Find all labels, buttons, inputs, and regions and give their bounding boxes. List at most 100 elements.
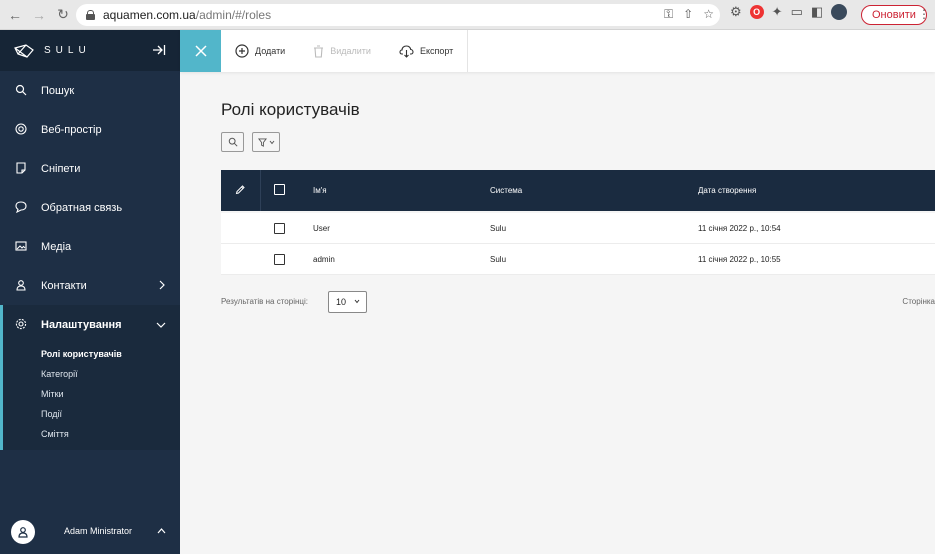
per-page-value: 10: [336, 297, 347, 307]
chevron-down-icon: [269, 140, 274, 144]
collapse-sidebar-icon[interactable]: [152, 43, 166, 57]
table-row[interactable]: admin Sulu 11 січня 2022 р., 10:55: [221, 244, 935, 275]
per-page-label: Результатів на сторінці:: [221, 297, 308, 306]
share-icon[interactable]: ⇧: [683, 7, 693, 22]
contact-icon: [16, 280, 26, 291]
main-content: Ролі користувачів Ім'я Система Дата ство…: [180, 72, 935, 554]
browser-chrome: ← → ↻ aquamen.com.ua/admin/#/roles ⚿ ⇧ ☆…: [0, 0, 935, 30]
page-label: Сторінка: [902, 297, 935, 306]
address-bar[interactable]: aquamen.com.ua/admin/#/roles ⚿ ⇧ ☆: [76, 4, 720, 26]
sulu-logo-icon: [14, 43, 34, 58]
filter-icon: [257, 137, 267, 147]
chevron-down-icon: [354, 299, 360, 304]
page-title: Ролі користувачів: [221, 100, 360, 119]
filter-button[interactable]: [252, 132, 280, 152]
logo-text: SULU: [44, 45, 91, 56]
extension-gear-icon[interactable]: ⚙: [730, 4, 742, 20]
sidebar-item-settings[interactable]: Налаштування: [0, 305, 180, 344]
chevron-down-icon: [156, 322, 166, 328]
reload-icon[interactable]: ↻: [52, 4, 74, 26]
extensions-bar: ⚙ O ✦ ▭ ◧: [730, 4, 848, 20]
sidebar-item-label: Пошук: [41, 84, 75, 97]
sidebar-item-feedback[interactable]: Обратная связь: [0, 188, 180, 227]
sidebar-item-label: Контакти: [41, 279, 87, 292]
sidebar-item-label: Сніпети: [41, 162, 81, 175]
profile-avatar-icon[interactable]: [831, 4, 848, 20]
search-icon: [228, 137, 238, 147]
user-name: Adam Ministrator: [64, 526, 133, 536]
select-all-checkbox[interactable]: [274, 184, 285, 195]
user-icon: [18, 527, 28, 538]
star-icon[interactable]: ☆: [703, 7, 714, 22]
close-icon: [194, 45, 207, 57]
cell-name: admin: [313, 254, 335, 264]
sidebar-item-snippets[interactable]: Сніпети: [0, 149, 180, 188]
roles-table: Ім'я Система Дата створення User Sulu 11…: [221, 170, 935, 275]
opera-icon[interactable]: O: [749, 5, 764, 19]
sidebar-item-label: Налаштування: [41, 318, 122, 331]
column-header-created[interactable]: Дата створення: [698, 170, 756, 211]
gear-icon: [15, 318, 27, 330]
subnav-item-roles[interactable]: Ролі користувачів: [3, 344, 180, 364]
cell-created: 11 січня 2022 р., 10:54: [698, 223, 781, 233]
key-icon[interactable]: ⚿: [664, 7, 673, 22]
snippet-icon: [16, 162, 26, 174]
toolbar: Додати Видалити Експорт: [180, 30, 935, 72]
export-label: Експорт: [419, 46, 454, 56]
sidebar-item-label: Веб-простір: [41, 123, 102, 136]
chevron-right-icon: [159, 280, 165, 290]
row-checkbox[interactable]: [274, 254, 285, 265]
globe-icon: [15, 123, 27, 135]
cell-created: 11 січня 2022 р., 10:55: [698, 254, 781, 264]
row-checkbox[interactable]: [274, 223, 285, 234]
column-header-name[interactable]: Ім'я: [313, 170, 327, 211]
subnav-item-trash[interactable]: Сміття: [3, 424, 180, 444]
per-page-select[interactable]: 10: [328, 291, 367, 313]
toolbar-divider: [467, 30, 468, 72]
user-bar[interactable]: Adam Ministrator: [0, 512, 180, 554]
subnav-item-tags[interactable]: Мітки: [3, 384, 180, 404]
pencil-icon[interactable]: [235, 184, 246, 195]
lock-icon: [86, 10, 95, 20]
sidebar-item-search[interactable]: Пошук: [0, 71, 180, 110]
add-label: Додати: [255, 46, 286, 56]
sidebar-item-contacts[interactable]: Контакти: [0, 266, 180, 305]
delete-button[interactable]: Видалити: [299, 30, 385, 72]
header-divider: [260, 170, 261, 211]
table-row[interactable]: User Sulu 11 січня 2022 р., 10:54: [221, 213, 935, 244]
comment-icon: [15, 201, 27, 213]
sidepanel-icon[interactable]: ◧: [811, 4, 823, 20]
cloud-download-icon: [399, 44, 414, 58]
puzzle-icon[interactable]: ✦: [772, 4, 783, 20]
column-header-system[interactable]: Система: [490, 170, 522, 211]
search-icon: [15, 84, 27, 96]
search-button[interactable]: [221, 132, 244, 152]
settings-subnav: Ролі користувачів Категорії Мітки Події …: [0, 344, 180, 450]
cell-system: Sulu: [490, 223, 507, 233]
url-path: /admin/#/roles: [195, 8, 272, 22]
sidebar-header: SULU: [0, 30, 180, 71]
chevron-up-icon[interactable]: [157, 528, 166, 534]
delete-label: Видалити: [330, 46, 371, 56]
cell-system: Sulu: [490, 254, 507, 264]
sidebar-item-webspace[interactable]: Веб-простір: [0, 110, 180, 149]
browser-menu-icon[interactable]: ⋮: [918, 7, 930, 21]
sidebar-item-label: Обратная связь: [41, 201, 123, 214]
add-button[interactable]: Додати: [221, 30, 299, 72]
sidebar-item-media[interactable]: Медіа: [0, 227, 180, 266]
trash-icon: [314, 44, 324, 58]
export-button[interactable]: Експорт: [385, 30, 467, 72]
subnav-item-events[interactable]: Події: [3, 404, 180, 424]
forward-icon[interactable]: →: [28, 4, 50, 26]
cell-name: User: [313, 223, 330, 233]
avatar: [11, 520, 35, 544]
sidebar-item-label: Медіа: [41, 240, 72, 253]
cast-icon[interactable]: ▭: [791, 4, 803, 20]
add-circle-icon: [235, 44, 249, 58]
sidebar: SULU Пошук Веб-простір Сніпети Обратная …: [0, 30, 180, 554]
url-host: aquamen.com.ua: [103, 8, 196, 22]
pagination-bar: Результатів на сторінці: 10 Сторінка: [221, 291, 935, 313]
subnav-item-categories[interactable]: Категорії: [3, 364, 180, 384]
close-button[interactable]: [180, 30, 221, 72]
back-icon[interactable]: ←: [4, 4, 26, 26]
